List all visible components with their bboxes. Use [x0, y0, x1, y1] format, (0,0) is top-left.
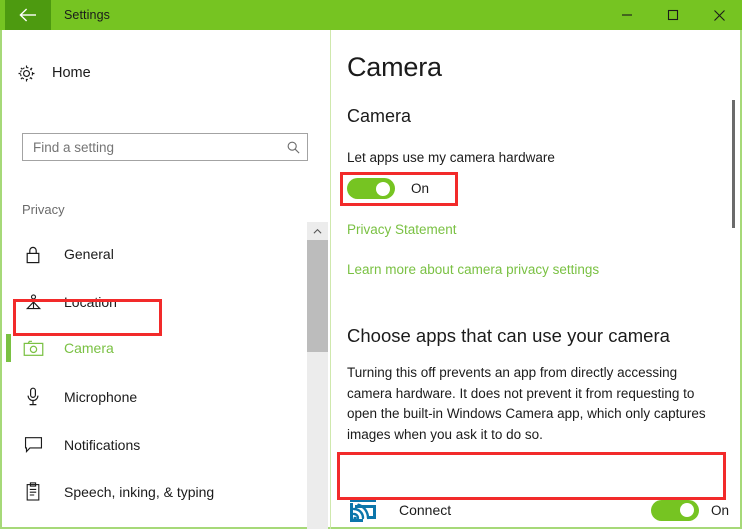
sidebar-item-location[interactable]: Location [16, 283, 306, 321]
sidebar-item-label-location: Location [64, 294, 117, 310]
sidebar-scrollbar[interactable] [307, 222, 328, 529]
sidebar-item-general[interactable]: General [16, 235, 306, 273]
content-scrollbar-thumb[interactable] [732, 100, 735, 228]
camera-hardware-toggle[interactable] [347, 178, 395, 199]
title-bar: Settings [0, 0, 742, 30]
sidebar-item-account-info[interactable]: Account info [16, 520, 306, 529]
close-icon [713, 9, 725, 21]
sidebar-item-camera[interactable]: Camera [16, 329, 306, 367]
search-box[interactable] [22, 133, 308, 161]
toggle-knob [376, 181, 390, 196]
sidebar: Home Privacy [2, 30, 330, 529]
search-input[interactable] [23, 134, 279, 160]
search-icon[interactable] [279, 134, 307, 160]
connect-cast-icon [347, 494, 379, 526]
sidebar-item-speech-inking-typing[interactable]: Speech, inking, & typing [16, 473, 306, 511]
sidebar-item-notifications[interactable]: Notifications [16, 426, 306, 464]
sidebar-item-microphone[interactable]: Microphone [16, 378, 306, 416]
gear-icon [16, 63, 36, 83]
toggle-caption: Let apps use my camera hardware [347, 150, 555, 165]
location-pin-icon [22, 291, 44, 313]
sidebar-item-label-general: General [64, 246, 114, 262]
sidebar-item-label-camera: Camera [64, 340, 114, 356]
maximize-icon [667, 9, 679, 21]
sidebar-item-label-home: Home [52, 65, 91, 81]
clipboard-icon [22, 481, 44, 503]
back-button[interactable] [5, 0, 51, 30]
app-row-connect: Connect On [343, 489, 729, 529]
sidebar-scrollbar-thumb[interactable] [307, 240, 328, 352]
lock-icon [22, 243, 44, 265]
window-title: Settings [64, 8, 110, 22]
app-name-connect: Connect [399, 502, 452, 518]
sidebar-group-label: Privacy [22, 202, 65, 217]
camera-hardware-toggle-row: On [347, 178, 429, 199]
main-content: Camera Camera Let apps use my camera har… [331, 30, 740, 527]
back-arrow-icon [19, 8, 36, 22]
section-description: Turning this off prevents an app from di… [347, 365, 706, 442]
section-heading-choose-apps: Choose apps that can use your camera [347, 325, 670, 346]
sidebar-item-label-notifications: Notifications [64, 437, 141, 453]
chevron-up-icon[interactable] [307, 222, 328, 240]
camera-hardware-toggle-state: On [411, 181, 430, 196]
privacy-statement-link[interactable]: Privacy Statement [347, 222, 457, 237]
close-button[interactable] [696, 0, 742, 30]
camera-icon [22, 337, 44, 359]
maximize-button[interactable] [650, 0, 696, 30]
sidebar-item-home[interactable]: Home [16, 56, 196, 90]
page-title: Camera [347, 52, 442, 82]
microphone-icon [22, 386, 44, 408]
section-heading-camera: Camera [347, 106, 412, 126]
minimize-icon [622, 14, 632, 16]
sidebar-selection-indicator [6, 334, 11, 362]
connect-app-toggle[interactable] [650, 499, 699, 521]
sidebar-item-label-speech-inking-typing: Speech, inking, & typing [64, 484, 215, 500]
sidebar-item-label-microphone: Microphone [64, 389, 138, 405]
learn-more-link[interactable]: Learn more about camera privacy settings [347, 262, 599, 277]
settings-window: Settings Home Find a setting Privacy Gen… [0, 0, 742, 529]
toggle-knob [679, 503, 694, 517]
connect-app-toggle-state: On [710, 502, 729, 518]
speech-bubble-icon [22, 434, 44, 456]
minimize-button[interactable] [604, 0, 650, 30]
